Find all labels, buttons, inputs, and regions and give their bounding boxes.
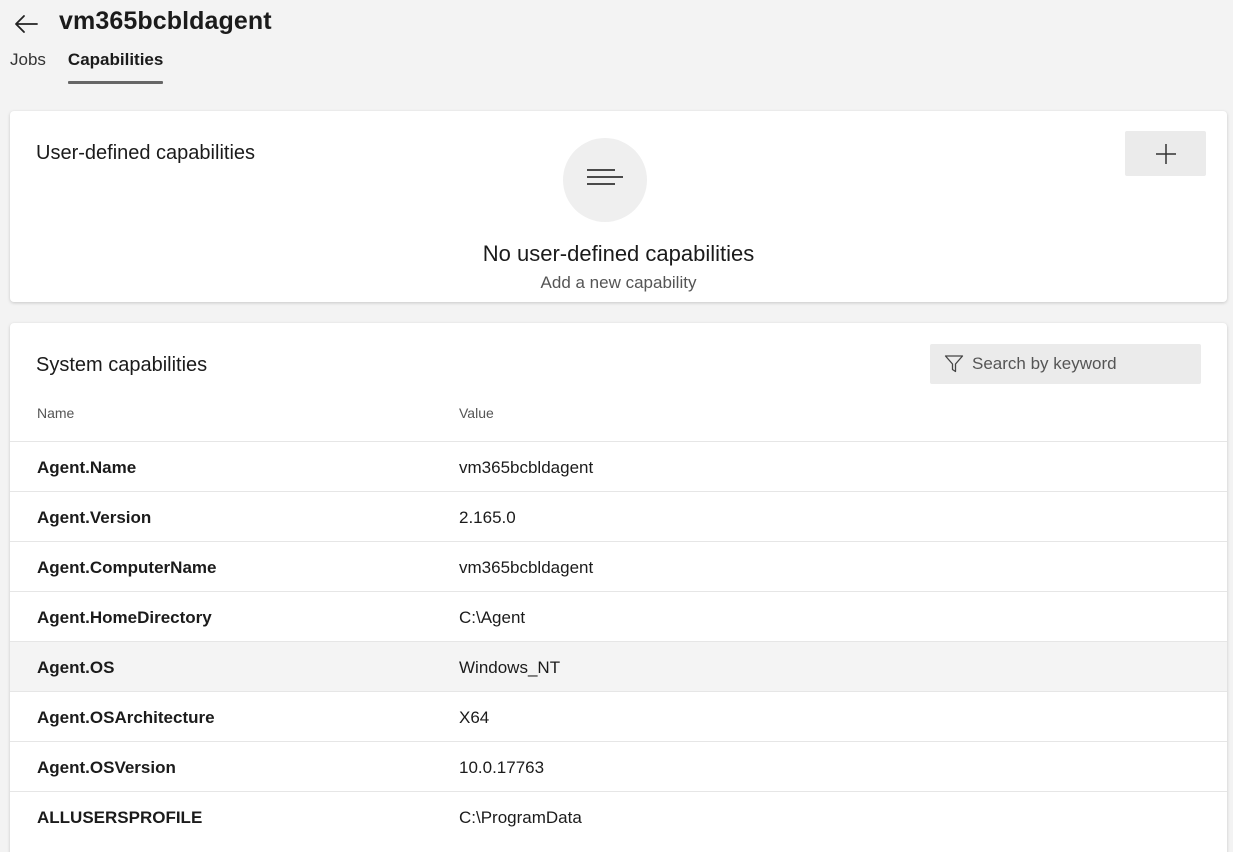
tab-jobs[interactable]: Jobs xyxy=(10,50,46,84)
cell-name: Agent.Name xyxy=(37,458,137,477)
lines-icon xyxy=(587,169,623,185)
system-capabilities-card: System capabilities Name Value Agent.Nam… xyxy=(10,323,1227,852)
column-header-name[interactable]: Name xyxy=(37,405,74,421)
column-header-value[interactable]: Value xyxy=(459,405,494,421)
cell-value: C:\Agent xyxy=(459,608,526,627)
table-row[interactable]: Agent.HomeDirectory C:\Agent xyxy=(10,591,1227,641)
cell-name: Agent.Version xyxy=(37,508,152,527)
table-row[interactable]: Agent.OSVersion 10.0.17763 xyxy=(10,741,1227,791)
filter-icon xyxy=(944,355,964,373)
page-header: vm365bcbldagent Jobs Capabilities xyxy=(0,0,1233,100)
empty-state-icon xyxy=(563,138,647,222)
empty-state-subtitle: Add a new capability xyxy=(540,273,697,292)
cell-value: vm365bcbldagent xyxy=(459,458,594,477)
table-row[interactable]: Agent.OSArchitecture X64 xyxy=(10,691,1227,741)
table-row[interactable]: Agent.ComputerName vm365bcbldagent xyxy=(10,541,1227,591)
cell-value: 10.0.17763 xyxy=(459,758,545,777)
page-title: vm365bcbldagent xyxy=(59,7,272,35)
system-capabilities-title: System capabilities xyxy=(36,354,208,376)
cell-value: X64 xyxy=(459,708,490,727)
table-row[interactable]: ALLUSERSPROFILE C:\ProgramData xyxy=(10,791,1227,841)
cell-name: Agent.OSArchitecture xyxy=(37,708,215,727)
tab-capabilities[interactable]: Capabilities xyxy=(67,50,164,84)
table-row[interactable]: Agent.Name vm365bcbldagent xyxy=(10,441,1227,491)
add-capability-button[interactable] xyxy=(1125,131,1206,176)
user-capabilities-title: User-defined capabilities xyxy=(36,142,256,164)
cell-value: C:\ProgramData xyxy=(459,808,582,827)
cell-name: Agent.ComputerName xyxy=(37,558,217,577)
table-row[interactable]: Agent.OS Windows_NT xyxy=(10,641,1227,691)
cell-name: Agent.HomeDirectory xyxy=(37,608,212,627)
search-box[interactable] xyxy=(930,344,1201,384)
cell-value: Windows_NT xyxy=(459,658,561,677)
empty-state-title: No user-defined capabilities xyxy=(482,241,755,266)
tab-bar: Jobs Capabilities xyxy=(10,50,185,84)
capabilities-table: Agent.Name vm365bcbldagent Agent.Version… xyxy=(10,441,1227,841)
table-row[interactable]: Agent.Version 2.165.0 xyxy=(10,491,1227,541)
arrow-left-icon xyxy=(15,15,38,33)
back-button[interactable] xyxy=(10,8,42,40)
cell-name: ALLUSERSPROFILE xyxy=(37,808,203,827)
search-input[interactable] xyxy=(972,354,1192,374)
cell-name: Agent.OSVersion xyxy=(37,758,176,777)
user-capabilities-card: User-defined capabilities No user-define… xyxy=(10,111,1227,302)
cell-value: vm365bcbldagent xyxy=(459,558,594,577)
cell-value: 2.165.0 xyxy=(459,508,516,527)
plus-icon xyxy=(1155,143,1176,164)
cell-name: Agent.OS xyxy=(37,658,115,677)
